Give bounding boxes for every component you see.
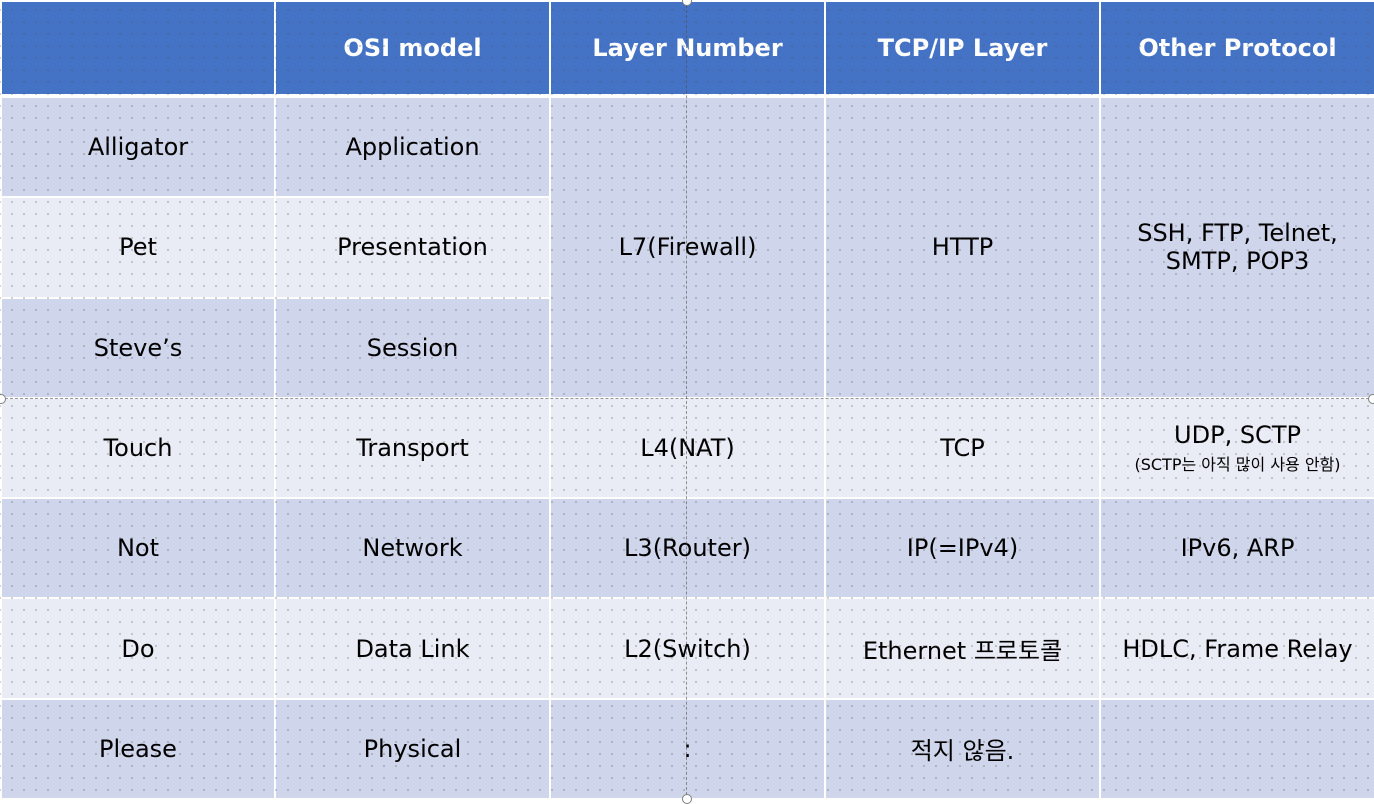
layer-number-cell[interactable]: L2(Switch) [549, 597, 826, 700]
osi-layer-cell[interactable]: Physical [274, 697, 551, 801]
layer-number-cell[interactable]: L7(Firewall) [549, 95, 826, 399]
mnemonic-cell[interactable]: Touch [0, 396, 276, 500]
header-osi-model[interactable]: OSI model [274, 0, 551, 98]
tcpip-layer-cell[interactable]: TCP [824, 396, 1101, 500]
header-tcpip-layer[interactable]: TCP/IP Layer [824, 0, 1101, 98]
table-row: Not Network L3(Router) IP(=IPv4) IPv6, A… [0, 497, 1374, 600]
layer-number-text: L7(Firewall) [618, 233, 757, 262]
mnemonic-cell[interactable]: Do [0, 597, 276, 700]
osi-layer-cell[interactable]: Presentation [274, 196, 551, 299]
tcpip-layer-cell[interactable]: HTTP [824, 95, 1101, 399]
osi-layer-cell[interactable]: Data Link [274, 597, 551, 700]
right-resize-handle[interactable] [1368, 394, 1374, 404]
table-row: Touch Transport L4(NAT) TCP UDP, SCTP (S… [0, 396, 1374, 500]
layer-number-cell[interactable]: L4(NAT) [549, 396, 826, 500]
table-row: Alligator Application L7(Firewall) HTTP … [0, 94, 1374, 399]
other-protocol-cell[interactable]: HDLC, Frame Relay [1099, 597, 1374, 700]
other-protocol-cell[interactable] [1099, 697, 1374, 801]
header-layer-number[interactable]: Layer Number [549, 0, 826, 98]
tcpip-layer-cell[interactable]: Ethernet 프로토콜 [824, 597, 1101, 700]
table-row: Do Data Link L2(Switch) Ethernet 프로토콜 HD… [0, 597, 1374, 700]
mnemonic-cell[interactable]: Steve’s [0, 296, 276, 399]
header-row: OSI model Layer Number TCP/IP Layer Othe… [0, 0, 1374, 98]
bottom-resize-handle[interactable] [682, 794, 692, 804]
osi-layer-cell[interactable]: Transport [274, 396, 551, 500]
mnemonic-cell[interactable]: Pet [0, 196, 276, 299]
mnemonic-cell[interactable]: Alligator [0, 94, 276, 199]
header-osi-model-text: OSI model [343, 34, 482, 62]
osi-layer-cell[interactable]: Application [274, 94, 551, 199]
other-protocol-note: (SCTP는 아직 많이 사용 안함) [1134, 454, 1341, 474]
other-protocol-text: UDP, SCTP [1174, 420, 1301, 449]
tcpip-layer-cell[interactable]: IP(=IPv4) [824, 497, 1101, 600]
osi-layer-cell[interactable]: Network [274, 497, 551, 600]
other-protocol-cell[interactable]: SSH, FTP, Telnet, SMTP, POP3 [1099, 95, 1374, 399]
tcpip-layer-cell[interactable]: 적지 않음. [824, 697, 1101, 801]
osi-table: OSI model Layer Number TCP/IP Layer Othe… [0, 0, 1374, 801]
other-protocol-cell[interactable]: UDP, SCTP (SCTP는 아직 많이 사용 안함) [1099, 396, 1374, 500]
osi-layer-cell[interactable]: Session [274, 296, 551, 399]
header-mnemonic[interactable] [0, 0, 276, 98]
layer-number-cell[interactable]: : [549, 697, 826, 801]
mnemonic-cell[interactable]: Please [0, 697, 276, 801]
table-row: Please Physical : 적지 않음. [0, 697, 1374, 801]
other-protocol-cell[interactable]: IPv6, ARP [1099, 497, 1374, 600]
header-other-protocol[interactable]: Other Protocol [1099, 0, 1374, 98]
layer-number-cell[interactable]: L3(Router) [549, 497, 826, 600]
mnemonic-cell[interactable]: Not [0, 497, 276, 600]
